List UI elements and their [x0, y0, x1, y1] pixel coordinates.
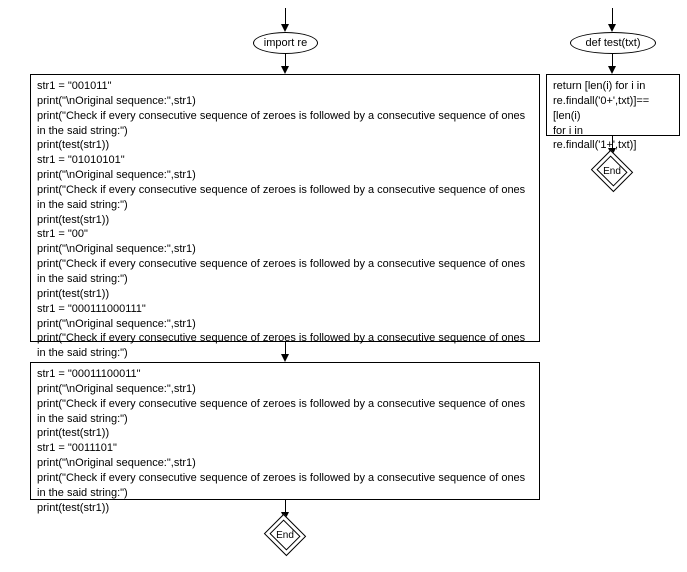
code-block-3: return [len(i) for i in re.findall('0+',…	[546, 74, 680, 136]
end-node-right: End	[596, 157, 628, 185]
start-node-def-test-label: def test(txt)	[585, 37, 640, 49]
start-node-def-test: def test(txt)	[570, 32, 656, 54]
arrow-deftest-to-block3-head	[608, 66, 616, 74]
arrow-entry-right-head	[608, 24, 616, 32]
end-node-left: End	[269, 521, 301, 549]
arrow-start-to-block1-head	[281, 66, 289, 74]
end-node-right-label: End	[596, 157, 628, 185]
code-block-1: str1 = "001011" print("\nOriginal sequen…	[30, 74, 540, 342]
arrow-block1-to-block2-head	[281, 354, 289, 362]
arrow-entry-left-head	[281, 24, 289, 32]
code-block-2: str1 = "00011100011" print("\nOriginal s…	[30, 362, 540, 500]
start-node-import-re: import re	[253, 32, 318, 54]
start-node-import-re-label: import re	[264, 37, 307, 49]
end-node-left-label: End	[269, 521, 301, 549]
